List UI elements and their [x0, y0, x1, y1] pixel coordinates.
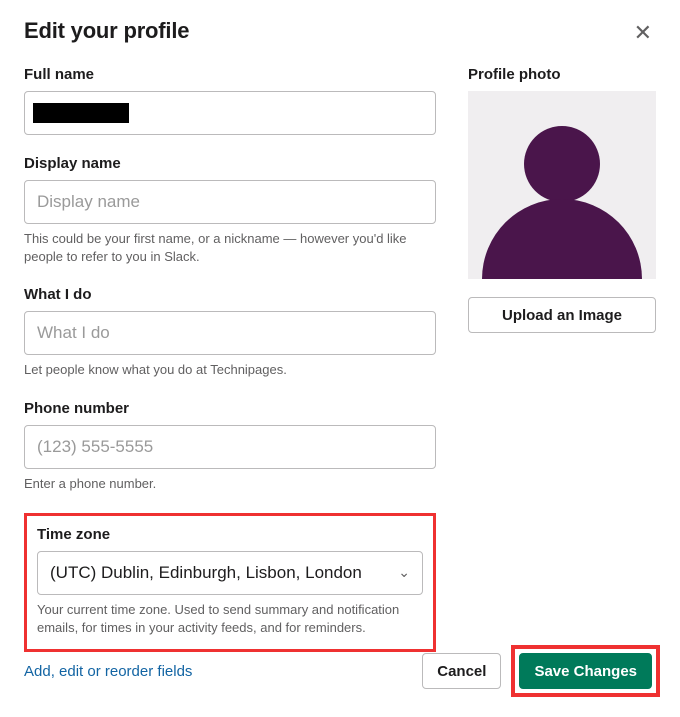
phone-input[interactable] — [24, 425, 436, 469]
phone-label: Phone number — [24, 400, 436, 417]
displayname-label: Display name — [24, 155, 436, 172]
timezone-value: (UTC) Dublin, Edinburgh, Lisbon, London — [50, 563, 362, 583]
whatido-input[interactable] — [24, 311, 436, 355]
avatar-icon — [482, 109, 642, 279]
chevron-down-icon: ⌄ — [398, 564, 410, 581]
whatido-label: What I do — [24, 286, 436, 303]
timezone-label: Time zone — [37, 526, 423, 543]
avatar-placeholder — [468, 91, 656, 279]
reorder-fields-link[interactable]: Add, edit or reorder fields — [24, 663, 192, 680]
close-button[interactable]: ✕ — [630, 18, 656, 48]
profilephoto-label: Profile photo — [468, 66, 656, 83]
displayname-helper: This could be your first name, or a nick… — [24, 230, 436, 266]
fullname-input[interactable] — [24, 91, 436, 135]
timezone-highlight-box: Time zone (UTC) Dublin, Edinburgh, Lisbo… — [24, 513, 436, 652]
displayname-input[interactable] — [24, 180, 436, 224]
save-button[interactable]: Save Changes — [519, 653, 652, 689]
timezone-helper: Your current time zone. Used to send sum… — [37, 601, 423, 637]
cancel-button[interactable]: Cancel — [422, 653, 501, 689]
fullname-label: Full name — [24, 66, 436, 83]
fullname-redacted-value — [33, 103, 129, 123]
phone-helper: Enter a phone number. — [24, 475, 436, 493]
modal-title: Edit your profile — [24, 18, 189, 44]
timezone-select[interactable]: (UTC) Dublin, Edinburgh, Lisbon, London … — [37, 551, 423, 595]
close-icon: ✕ — [634, 20, 652, 45]
upload-image-button[interactable]: Upload an Image — [468, 297, 656, 333]
save-highlight-box: Save Changes — [511, 645, 660, 697]
whatido-helper: Let people know what you do at Technipag… — [24, 361, 436, 379]
